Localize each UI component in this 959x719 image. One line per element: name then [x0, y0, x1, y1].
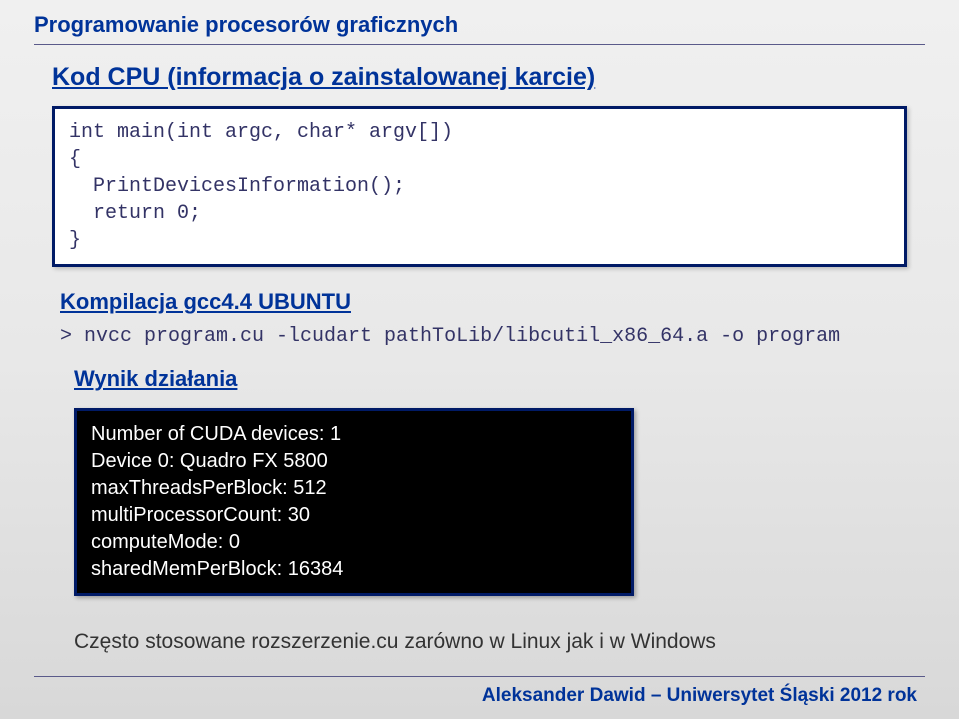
slide: Programowanie procesorów graficznych Kod… [0, 0, 959, 719]
section-title-result: Wynik działania [74, 366, 925, 392]
terminal-line: sharedMemPerBlock: 16384 [91, 556, 617, 583]
terminal-line: computeMode: 0 [91, 529, 617, 556]
terminal-line: maxThreadsPerBlock: 512 [91, 475, 617, 502]
page-header: Programowanie procesorów graficznych [34, 12, 925, 38]
code-block: int main(int argc, char* argv[]) { Print… [52, 106, 907, 267]
section-title-compile: Kompilacja gcc4.4 UBUNTU [60, 289, 925, 315]
terminal-output: Number of CUDA devices: 1 Device 0: Quad… [74, 408, 634, 596]
compile-command: > nvcc program.cu -lcudart pathToLib/lib… [60, 325, 925, 348]
terminal-line: Number of CUDA devices: 1 [91, 421, 617, 448]
header-divider [34, 44, 925, 45]
note-text: Często stosowane rozszerzenie.cu zarówno… [74, 630, 925, 654]
section-title-code: Kod CPU (informacja o zainstalowanej kar… [52, 63, 925, 92]
footer-divider [34, 676, 925, 677]
terminal-line: Device 0: Quadro FX 5800 [91, 448, 617, 475]
terminal-line: multiProcessorCount: 30 [91, 502, 617, 529]
footer-text: Aleksander Dawid – Uniwersytet Śląski 20… [482, 685, 917, 707]
